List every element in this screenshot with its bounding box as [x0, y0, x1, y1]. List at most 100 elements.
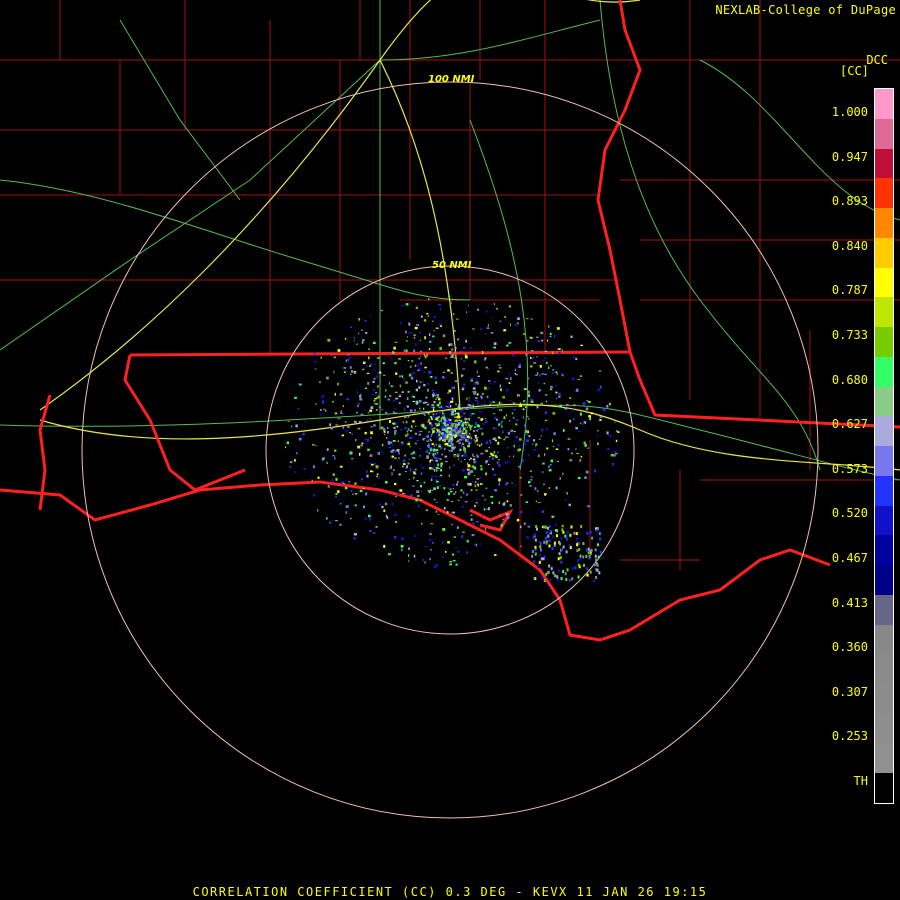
radar-return-pixel [373, 445, 375, 446]
radar-return-pixel [430, 340, 433, 342]
radar-return-pixel [392, 351, 394, 354]
radar-return-pixel [357, 427, 361, 430]
radar-return-pixel [439, 430, 441, 434]
radar-return-pixel [442, 528, 446, 531]
radar-return-pixel [289, 466, 292, 468]
radar-return-pixel [406, 397, 409, 401]
radar-return-pixel [370, 426, 373, 428]
radar-return-pixel [590, 549, 593, 552]
radar-return-pixel [470, 489, 473, 491]
radar-return-pixel [349, 366, 352, 369]
radar-return-pixel [539, 365, 542, 368]
radar-return-pixel [434, 463, 436, 467]
radar-return-pixel [437, 423, 439, 425]
radar-return-pixel [408, 332, 412, 334]
radar-return-pixel [564, 534, 567, 538]
radar-return-pixel [450, 409, 452, 411]
radar-return-pixel [594, 554, 597, 558]
radar-return-pixel [552, 571, 555, 575]
radar-return-pixel [454, 329, 456, 332]
radar-return-pixel [431, 389, 435, 391]
radar-return-pixel [431, 449, 433, 452]
radar-return-pixel [577, 563, 580, 567]
radar-return-pixel [414, 468, 417, 471]
radar-return-pixel [419, 350, 423, 352]
radar-return-pixel [466, 419, 469, 422]
radar-return-pixel [452, 487, 455, 490]
radar-return-pixel [551, 372, 554, 374]
radar-return-pixel [455, 347, 457, 349]
radar-return-pixel [474, 440, 476, 444]
radar-return-pixel [565, 550, 568, 554]
radar-return-pixel [351, 433, 353, 435]
radar-return-pixel [406, 433, 409, 436]
radar-return-pixel [335, 424, 339, 426]
radar-return-pixel [358, 332, 360, 335]
radar-return-pixel [332, 455, 335, 457]
radar-return-pixel [381, 409, 383, 411]
units-label: [CC] [840, 64, 869, 78]
state-borders [0, 0, 900, 642]
radar-return-pixel [360, 478, 364, 481]
radar-return-pixel [615, 439, 618, 443]
radar-return-pixel [376, 375, 378, 379]
radar-return-pixel [438, 457, 441, 460]
radar-return-pixel [432, 542, 434, 544]
radar-return-pixel [404, 454, 407, 457]
radar-return-pixel [451, 523, 453, 526]
radar-return-pixel [479, 328, 483, 331]
radar-return-pixel [433, 315, 436, 319]
radar-return-pixel [569, 419, 571, 423]
radar-return-pixel [339, 503, 342, 505]
radar-return-pixel [428, 298, 430, 301]
radar-return-pixel [396, 426, 399, 428]
radar-return-pixel [610, 453, 614, 457]
radar-return-pixel [354, 420, 357, 423]
radar-return-pixel [433, 427, 436, 429]
radar-return-pixel [439, 307, 442, 311]
radar-return-pixel [543, 579, 546, 582]
radar-return-pixel [545, 531, 548, 534]
radar-return-pixel [376, 403, 379, 405]
radar-return-pixel [522, 333, 526, 335]
radar-return-pixel [515, 436, 519, 438]
radar-return-pixel [400, 544, 404, 548]
radar-return-pixel [558, 395, 561, 398]
radar-return-pixel [422, 412, 425, 415]
radar-return-pixel [597, 555, 600, 559]
radar-return-pixel [440, 434, 443, 437]
radar-return-pixel [407, 443, 411, 445]
radar-return-pixel [584, 476, 587, 480]
radar-return-pixel [527, 390, 530, 394]
radar-return-pixel [441, 453, 444, 456]
radar-return-pixel [326, 517, 328, 520]
radar-return-pixel [405, 421, 408, 424]
color-scale-tick-label: 0.840 [831, 238, 868, 253]
radar-return-pixel [362, 368, 365, 371]
radar-return-pixel [508, 372, 510, 375]
radar-return-pixel [452, 511, 456, 514]
radar-return-pixel [286, 441, 289, 445]
radar-return-pixel [367, 438, 369, 442]
radar-return-pixel [445, 406, 449, 407]
radar-return-pixel [427, 433, 429, 436]
radar-return-pixel [566, 492, 568, 495]
radar-return-pixel [334, 449, 337, 452]
radar-return-pixel [464, 353, 467, 356]
radar-return-pixel [375, 465, 379, 469]
radar-return-pixel [435, 501, 438, 503]
radar-return-pixel [403, 378, 406, 381]
radar-return-pixel [530, 398, 534, 401]
radar-return-pixel [523, 522, 526, 525]
color-scale-bar [874, 88, 894, 804]
radar-return-pixel [297, 408, 300, 410]
radar-return-pixel [498, 401, 501, 404]
radar-return-pixel [422, 558, 424, 562]
radar-return-pixel [583, 441, 586, 445]
radar-return-pixel [550, 459, 554, 463]
radar-return-pixel [381, 443, 384, 447]
radar-return-pixel [418, 386, 421, 389]
radar-return-pixel [463, 383, 466, 386]
radar-return-pixel [403, 463, 406, 466]
radar-return-pixel [497, 459, 501, 461]
